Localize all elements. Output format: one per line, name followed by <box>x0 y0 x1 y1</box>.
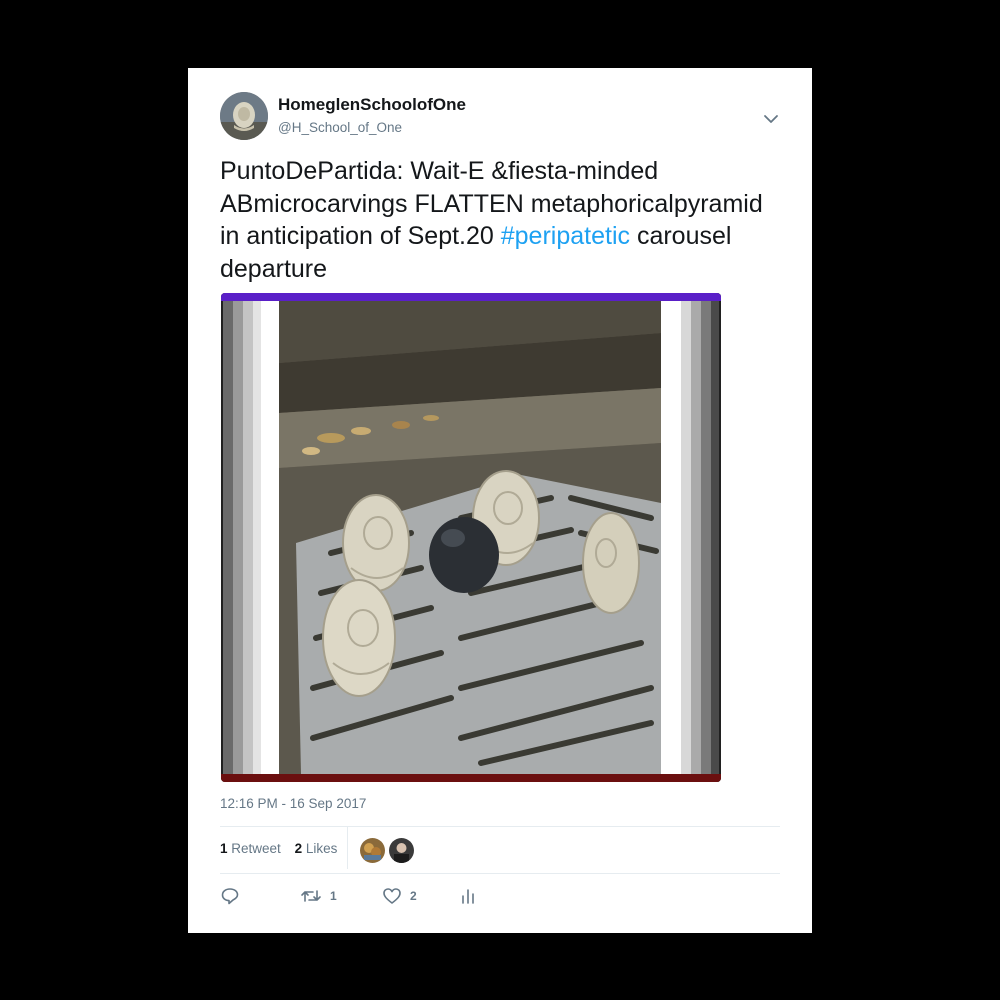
analytics-icon <box>462 889 474 904</box>
likes-label: Likes <box>305 841 338 856</box>
retweets-count: 1 <box>220 841 228 856</box>
chevron-down-icon[interactable] <box>760 108 782 130</box>
like-count: 2 <box>410 889 417 903</box>
analytics-button[interactable] <box>460 883 476 909</box>
tweet-media-photo[interactable] <box>221 293 721 782</box>
like-button[interactable]: 2 <box>382 883 417 909</box>
retweet-button[interactable]: 1 <box>300 883 337 909</box>
tweet-text: PuntoDePartida: Wait-E &fiesta-minded AB… <box>220 155 780 285</box>
likes-count: 2 <box>294 841 303 856</box>
tweet-actions: 1 2 <box>220 883 780 913</box>
divider-bottom <box>220 873 780 874</box>
liker-avatar[interactable] <box>388 837 415 864</box>
display-name[interactable]: HomeglenSchoolofOne <box>278 95 466 115</box>
retweet-icon <box>301 890 321 902</box>
reply-button[interactable] <box>220 883 248 909</box>
retweets-stat[interactable]: 1 Retweet <box>220 841 281 856</box>
engagement-stats: 1 Retweet 2 Likes <box>220 841 347 856</box>
user-handle[interactable]: @H_School_of_One <box>278 120 402 135</box>
photo-image <box>221 293 721 782</box>
retweet-count: 1 <box>330 889 337 903</box>
liker-avatar[interactable] <box>359 837 386 864</box>
stats-separator <box>347 827 348 869</box>
heart-icon <box>383 888 401 904</box>
retweets-label: Retweet <box>231 841 281 856</box>
hashtag-link[interactable]: #peripatetic <box>501 222 630 250</box>
avatar[interactable] <box>220 92 268 140</box>
avatar-image <box>220 92 268 140</box>
tweet-timestamp[interactable]: 12:16 PM - 16 Sep 2017 <box>220 796 366 811</box>
reply-icon <box>221 888 239 905</box>
divider-top <box>220 826 780 827</box>
likes-stat[interactable]: 2 Likes <box>295 841 338 856</box>
tweet-card: HomeglenSchoolofOne @H_School_of_One Pun… <box>188 68 812 933</box>
